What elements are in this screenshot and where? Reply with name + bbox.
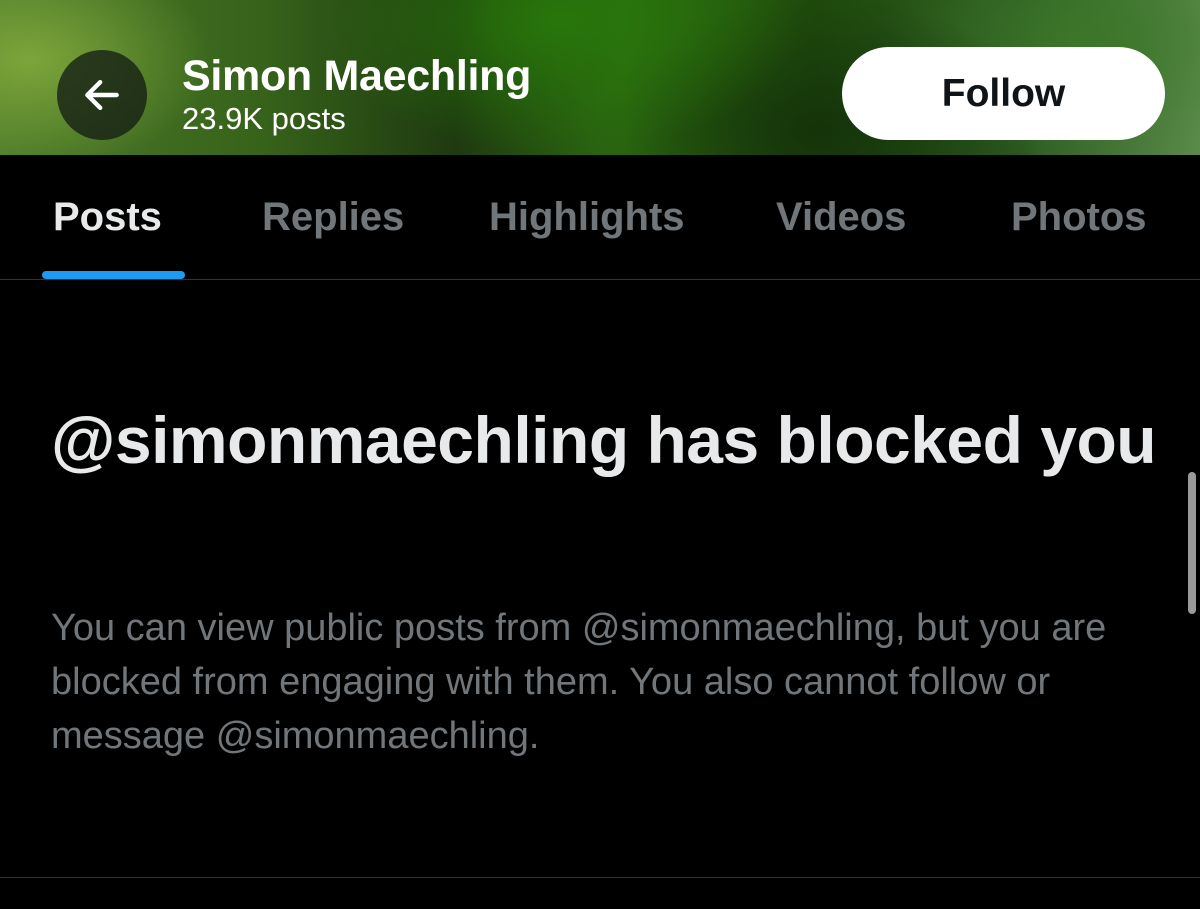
profile-tabs: Posts Replies Highlights Videos Photos [0,155,1200,280]
active-tab-indicator [42,271,185,279]
scrollbar[interactable] [1188,472,1196,614]
tab-videos[interactable]: Videos [776,195,906,240]
follow-button[interactable]: Follow [842,47,1165,140]
back-button[interactable] [57,50,147,140]
tab-highlights[interactable]: Highlights [489,195,685,240]
tab-replies[interactable]: Replies [262,195,404,240]
blocked-title: @simonmaechling has blocked you [51,403,1157,477]
post-count: 23.9K posts [182,101,346,136]
blocked-description: You can view public posts from @simonmae… [51,607,1107,757]
tab-photos[interactable]: Photos [1011,195,1147,240]
divider [0,877,1200,878]
arrow-left-icon [80,73,124,117]
profile-header: Simon Maechling 23.9K posts Follow [0,0,1200,155]
tab-posts[interactable]: Posts [53,195,162,240]
profile-name: Simon Maechling [182,52,532,100]
